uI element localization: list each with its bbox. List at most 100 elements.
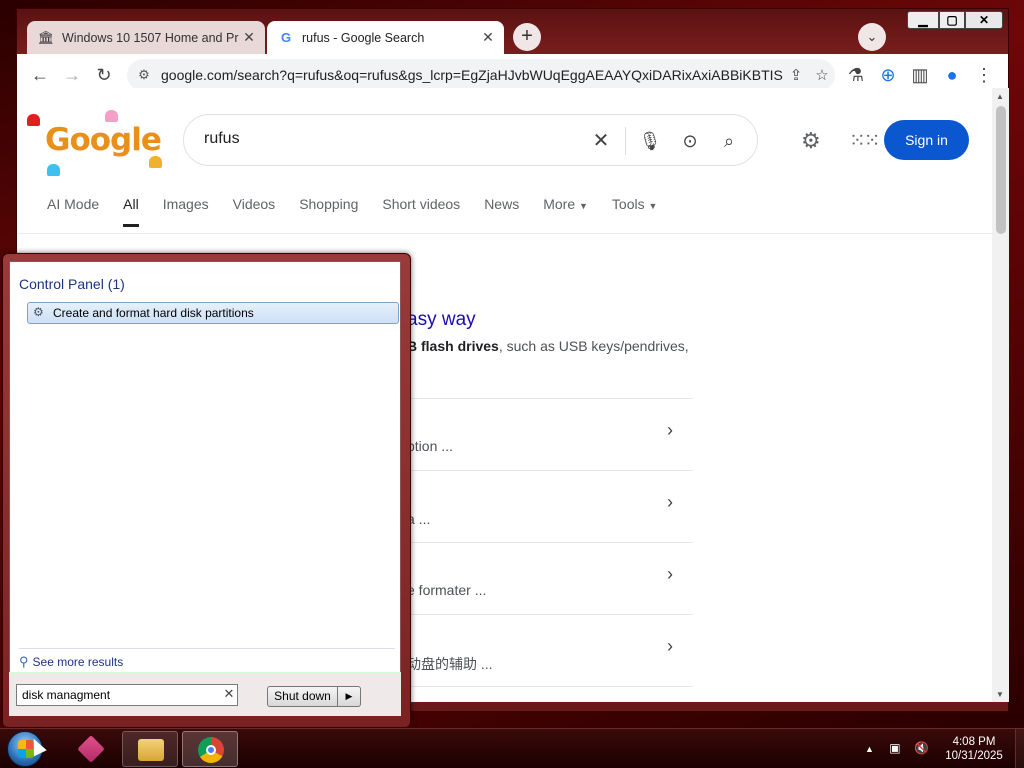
result-create-format-partitions[interactable]: ⚙ Create and format hard disk partitions xyxy=(27,302,399,324)
clear-search-icon[interactable]: ✕ xyxy=(222,686,236,704)
sitelink[interactable]: ption ... xyxy=(407,438,453,454)
sitelink[interactable]: 动盘的辅助 ... xyxy=(407,654,493,674)
reload-icon[interactable]: ↻ xyxy=(93,64,115,86)
scroll-down-arrow-icon[interactable]: ▼ xyxy=(996,690,1004,699)
clock-time: 4:08 PM xyxy=(952,736,996,748)
apps-grid-icon[interactable]: ⁙⁙ xyxy=(849,128,880,153)
app-icon xyxy=(77,735,105,763)
show-desktop-button[interactable] xyxy=(1015,729,1024,768)
tab-search-button[interactable]: ⌄ xyxy=(858,23,886,51)
site-info-icon[interactable]: ⚙ xyxy=(127,67,161,83)
profile-icon[interactable]: ● xyxy=(941,64,963,86)
start-menu-results-pane: Control Panel (1) ⚙ Create and format ha… xyxy=(9,261,401,716)
chevron-right-icon[interactable]: › xyxy=(667,420,673,441)
result-snippet: B flash drives, such as USB keys/pendriv… xyxy=(407,338,689,354)
system-tray: ▲ ▣ 🔇 xyxy=(865,741,929,755)
share-icon[interactable]: ⇪ xyxy=(783,66,809,84)
chevron-right-icon[interactable]: › xyxy=(667,636,673,657)
tab-ai-mode[interactable]: AI Mode xyxy=(47,196,99,226)
tab-news[interactable]: News xyxy=(484,196,519,226)
bookmark-star-icon[interactable]: ☆ xyxy=(809,66,835,84)
ghost-icon xyxy=(27,114,40,126)
divider xyxy=(407,398,693,399)
tab-more-label: More xyxy=(543,196,576,212)
tab-videos[interactable]: Videos xyxy=(233,196,276,226)
result-title[interactable]: asy way xyxy=(407,309,476,331)
close-window-button[interactable]: ✕ xyxy=(965,11,1003,29)
tab-title: Windows 10 1507 Home and Pro xyxy=(62,30,239,45)
chevron-right-icon[interactable]: › xyxy=(667,564,673,585)
search-input[interactable]: rufus xyxy=(204,130,240,148)
taskbar-app-explorer[interactable] xyxy=(122,731,178,767)
show-hidden-icons-icon[interactable]: ▲ xyxy=(865,744,874,754)
chevron-right-icon[interactable]: › xyxy=(667,492,673,513)
download-icon[interactable]: ⊕ xyxy=(877,64,899,86)
nav-divider xyxy=(17,233,992,234)
tab-tools[interactable]: Tools ▼ xyxy=(612,196,658,226)
tab-shopping[interactable]: Shopping xyxy=(299,196,358,226)
divider xyxy=(407,542,693,543)
result-group-header[interactable]: Control Panel (1) xyxy=(19,276,125,292)
address-bar[interactable]: ⚙ google.com/search?q=rufus&oq=rufus&gs_… xyxy=(127,59,835,91)
magnifier-icon: ⚲ xyxy=(19,654,29,669)
scrollbar-thumb[interactable] xyxy=(996,106,1006,234)
archive-icon: 🏛 xyxy=(37,29,55,45)
divider xyxy=(407,470,693,471)
see-more-results-link[interactable]: ⚲ See more results xyxy=(19,654,123,670)
scroll-up-arrow-icon[interactable]: ▲ xyxy=(996,92,1004,101)
shutdown-button[interactable]: Shut down xyxy=(267,686,338,707)
divider xyxy=(407,686,693,687)
maximize-button[interactable]: ▢ xyxy=(939,11,965,29)
tab-title: rufus - Google Search xyxy=(302,30,425,45)
folder-icon xyxy=(138,739,164,761)
chrome-icon xyxy=(198,737,224,763)
network-icon[interactable]: ▣ xyxy=(889,741,900,755)
new-tab-button[interactable]: + xyxy=(513,23,541,51)
side-panel-icon[interactable]: ▥ xyxy=(909,64,931,86)
taskbar-app-chrome[interactable] xyxy=(182,731,238,767)
clock[interactable]: 4:08 PM 10/31/2025 xyxy=(938,735,1010,763)
start-search-input[interactable]: disk managment xyxy=(16,684,238,706)
settings-gear-icon[interactable]: ⚙ xyxy=(801,128,821,154)
divider xyxy=(19,648,395,649)
tab-short-videos[interactable]: Short videos xyxy=(382,196,460,226)
menu-kebab-icon[interactable]: ⋮ xyxy=(973,64,995,86)
back-icon[interactable]: ← xyxy=(29,64,51,86)
search-icon[interactable]: ⌕ xyxy=(717,129,741,153)
ghost-icon xyxy=(47,164,60,176)
close-tab-icon[interactable]: ✕ xyxy=(239,29,259,46)
disk-management-icon: ⚙ xyxy=(33,305,44,319)
labs-flask-icon[interactable]: ⚗ xyxy=(845,64,867,86)
page-scrollbar[interactable]: ▲ ▼ xyxy=(992,88,1009,702)
start-menu: Control Panel (1) ⚙ Create and format ha… xyxy=(2,253,411,728)
shutdown-options-arrow-icon[interactable]: ▶ xyxy=(338,686,361,707)
tab-tools-label: Tools xyxy=(611,196,645,212)
divider xyxy=(625,127,626,155)
dropdown-arrow-icon: ▼ xyxy=(579,201,588,211)
google-logo-text: Google xyxy=(45,122,162,158)
close-tab-icon[interactable]: ✕ xyxy=(478,29,498,46)
search-box[interactable]: rufus ✕ 🎙 ⊙ ⌕ xyxy=(183,114,758,166)
google-g-icon: G xyxy=(280,30,292,45)
tab-google-search[interactable]: G rufus - Google Search ✕ xyxy=(267,21,504,54)
result-label: Create and format hard disk partitions xyxy=(53,306,254,320)
tab-images[interactable]: Images xyxy=(163,196,209,226)
taskbar-app-visual-studio[interactable] xyxy=(63,731,119,767)
clear-icon[interactable]: ✕ xyxy=(589,129,613,153)
tab-strip: 🏛 Windows 10 1507 Home and Pro ✕ G rufus… xyxy=(17,9,1008,54)
see-more-label: See more results xyxy=(32,655,124,669)
sign-in-button[interactable]: Sign in xyxy=(884,120,969,160)
clock-date: 10/31/2025 xyxy=(945,750,1003,762)
sitelink[interactable]: e formater ... xyxy=(407,582,486,598)
url-text[interactable]: google.com/search?q=rufus&oq=rufus&gs_lc… xyxy=(161,67,783,83)
ghost-icon xyxy=(105,110,118,122)
forward-icon[interactable]: → xyxy=(61,64,83,86)
minimize-button[interactable]: ▁ xyxy=(907,11,939,29)
volume-muted-icon[interactable]: 🔇 xyxy=(914,741,929,755)
dropdown-arrow-icon: ▼ xyxy=(648,201,658,211)
mic-icon[interactable]: 🎙 xyxy=(638,129,662,153)
tab-all[interactable]: All xyxy=(123,196,139,227)
tab-more[interactable]: More ▼ xyxy=(543,196,588,226)
lens-camera-icon[interactable]: ⊙ xyxy=(678,129,702,153)
tab-windows10[interactable]: 🏛 Windows 10 1507 Home and Pro ✕ xyxy=(27,21,265,54)
